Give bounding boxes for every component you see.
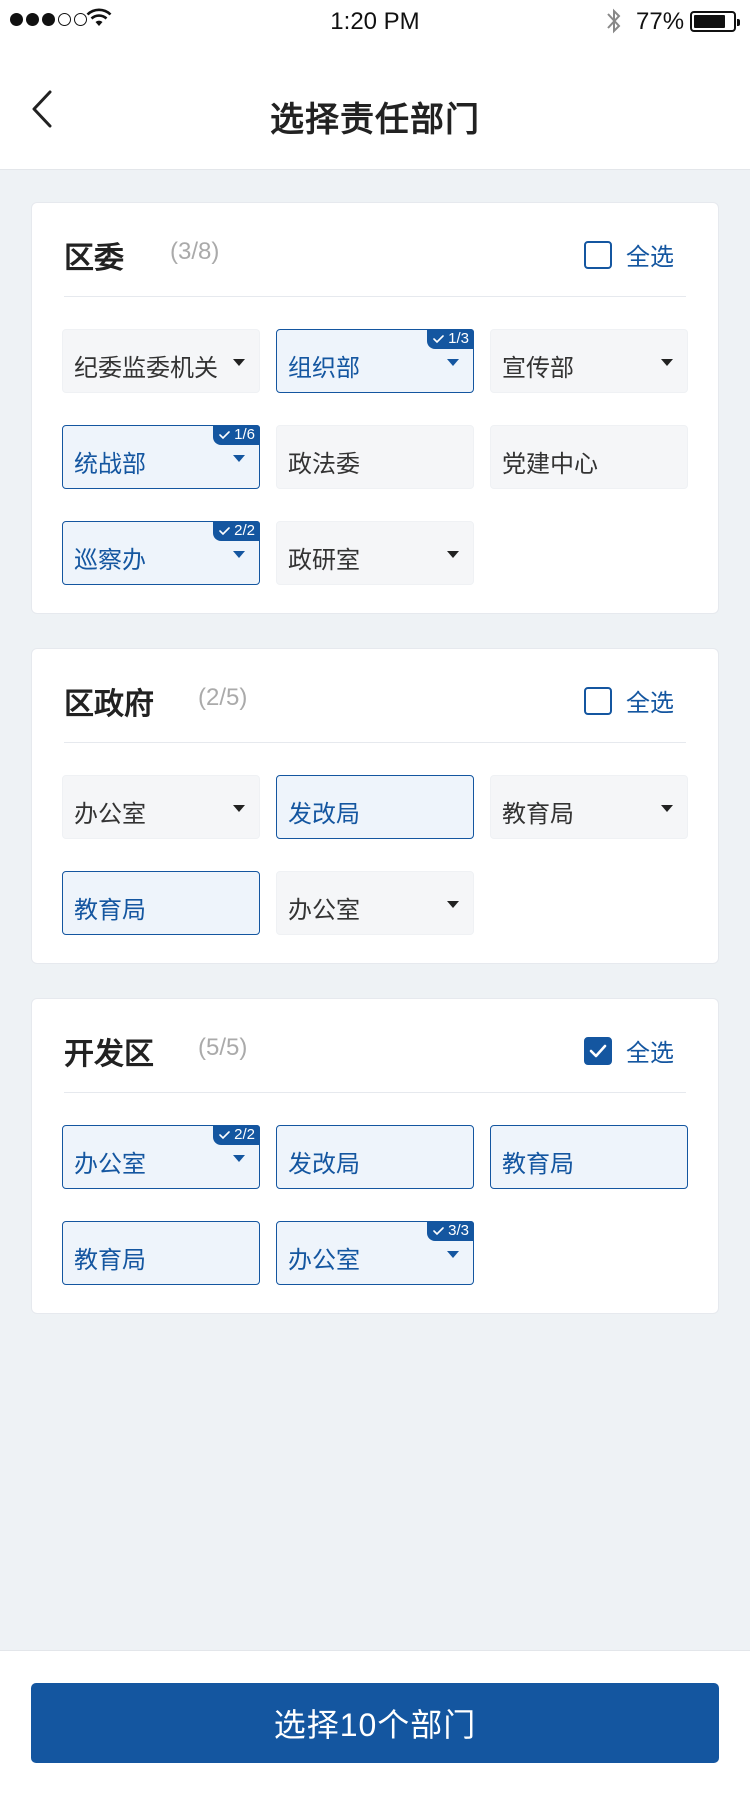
- department-chip-label: 办公室: [74, 1151, 146, 1178]
- page-title: 选择责任部门: [270, 101, 480, 139]
- select-all-checkbox[interactable]: [584, 686, 612, 715]
- department-chip[interactable]: 教育局: [62, 871, 260, 935]
- department-chip-label: 教育局: [74, 1247, 146, 1274]
- bottom-action-bar: 选择10个部门: [0, 1650, 750, 1796]
- battery-percentage: 77%: [636, 8, 685, 35]
- department-chip-label: 教育局: [74, 897, 146, 924]
- dropdown-caret-icon[interactable]: [661, 805, 673, 812]
- dropdown-caret-icon[interactable]: [233, 551, 245, 558]
- department-card: 开发区 (5/5) 全选 办公室 2/2 发改局 教育局 教育局 办公室 3/3: [31, 998, 719, 1314]
- sub-selection-count: 1/6: [234, 426, 255, 443]
- sub-selection-count: 2/2: [234, 522, 255, 539]
- dropdown-caret-icon[interactable]: [447, 359, 459, 366]
- department-chip-label: 巡察办: [74, 547, 146, 574]
- navigation-bar: 选择责任部门: [0, 42, 750, 170]
- department-chip-label: 政研室: [288, 547, 360, 574]
- check-icon: [433, 335, 444, 344]
- department-chip[interactable]: 办公室 2/2: [62, 1125, 260, 1189]
- select-all-toggle[interactable]: 全选: [584, 1033, 674, 1068]
- department-chip[interactable]: 纪委监委机关: [62, 329, 260, 393]
- card-header: 区委 (3/8) 全选: [64, 203, 686, 297]
- department-chip[interactable]: 办公室 3/3: [276, 1221, 474, 1285]
- department-chip-label: 办公室: [74, 801, 146, 828]
- check-icon: [219, 1131, 230, 1140]
- select-all-toggle[interactable]: 全选: [584, 237, 674, 272]
- department-chip-label: 宣传部: [502, 355, 574, 382]
- department-chip[interactable]: 组织部 1/3: [276, 329, 474, 393]
- check-icon: [219, 527, 230, 536]
- status-bar: 1:20 PM 77%: [0, 0, 750, 42]
- bluetooth-icon: [607, 8, 621, 34]
- select-all-label: 全选: [626, 244, 674, 271]
- department-chip-label: 教育局: [502, 801, 574, 828]
- department-chip-label: 政法委: [288, 451, 360, 478]
- check-icon: [433, 1227, 444, 1236]
- department-chip-label: 办公室: [288, 1247, 360, 1274]
- dropdown-caret-icon[interactable]: [447, 1251, 459, 1258]
- department-chip[interactable]: 教育局: [62, 1221, 260, 1285]
- department-chip[interactable]: 宣传部: [490, 329, 688, 393]
- department-chip[interactable]: 党建中心: [490, 425, 688, 489]
- department-chip[interactable]: 发改局: [276, 1125, 474, 1189]
- department-chip[interactable]: 统战部 1/6: [62, 425, 260, 489]
- section-title: 区政府: [64, 688, 154, 721]
- select-all-checkbox[interactable]: [584, 1036, 612, 1065]
- select-all-label: 全选: [626, 690, 674, 717]
- dropdown-caret-icon[interactable]: [233, 359, 245, 366]
- section-title: 区委: [64, 242, 124, 275]
- section-selection-count: (2/5): [198, 684, 248, 711]
- card-header: 开发区 (5/5) 全选: [64, 999, 686, 1093]
- sub-selection-badge: 2/2: [213, 521, 260, 541]
- sub-selection-badge: 3/3: [427, 1221, 474, 1241]
- department-chip-label: 教育局: [502, 1151, 574, 1178]
- department-card: 区政府 (2/5) 全选 办公室 发改局 教育局 教育局 办公室: [31, 648, 719, 964]
- select-all-toggle[interactable]: 全选: [584, 683, 674, 718]
- sub-selection-count: 1/3: [448, 330, 469, 347]
- department-chip-label: 办公室: [288, 897, 360, 924]
- department-chip-label: 党建中心: [502, 451, 598, 478]
- department-chip[interactable]: 发改局: [276, 775, 474, 839]
- select-all-label: 全选: [626, 1040, 674, 1067]
- sub-selection-badge: 2/2: [213, 1125, 260, 1145]
- department-chip-label: 统战部: [74, 451, 146, 478]
- sub-selection-count: 3/3: [448, 1222, 469, 1239]
- department-chip[interactable]: 办公室: [62, 775, 260, 839]
- department-chip[interactable]: 教育局: [490, 775, 688, 839]
- department-chip-label: 发改局: [288, 801, 360, 828]
- section-selection-count: (3/8): [170, 238, 220, 265]
- checkmark-icon: [589, 1044, 607, 1057]
- section-selection-count: (5/5): [198, 1034, 248, 1061]
- department-chip-label: 发改局: [288, 1151, 360, 1178]
- sub-selection-count: 2/2: [234, 1126, 255, 1143]
- sub-selection-badge: 1/3: [427, 329, 474, 349]
- dropdown-caret-icon[interactable]: [447, 551, 459, 558]
- card-header: 区政府 (2/5) 全选: [64, 649, 686, 743]
- department-chip[interactable]: 教育局: [490, 1125, 688, 1189]
- dropdown-caret-icon[interactable]: [233, 1155, 245, 1162]
- department-chip-label: 组织部: [288, 355, 360, 382]
- dropdown-caret-icon[interactable]: [233, 805, 245, 812]
- check-icon: [219, 431, 230, 440]
- dropdown-caret-icon[interactable]: [447, 901, 459, 908]
- department-chip[interactable]: 巡察办 2/2: [62, 521, 260, 585]
- department-card: 区委 (3/8) 全选纪委监委机关 组织部 1/3 宣传部统战部 1/6 政法委 党建中心巡察办…: [31, 202, 719, 614]
- department-chip[interactable]: 政法委: [276, 425, 474, 489]
- department-chip-label: 纪委监委机关: [74, 355, 218, 382]
- battery-icon: [690, 11, 740, 32]
- select-all-checkbox[interactable]: [584, 240, 612, 269]
- dropdown-caret-icon[interactable]: [661, 359, 673, 366]
- dropdown-caret-icon[interactable]: [233, 455, 245, 462]
- sub-selection-badge: 1/6: [213, 425, 260, 445]
- department-chip[interactable]: 办公室: [276, 871, 474, 935]
- department-chip[interactable]: 政研室: [276, 521, 474, 585]
- confirm-selection-button[interactable]: 选择10个部门: [31, 1683, 719, 1763]
- section-title: 开发区: [64, 1038, 154, 1071]
